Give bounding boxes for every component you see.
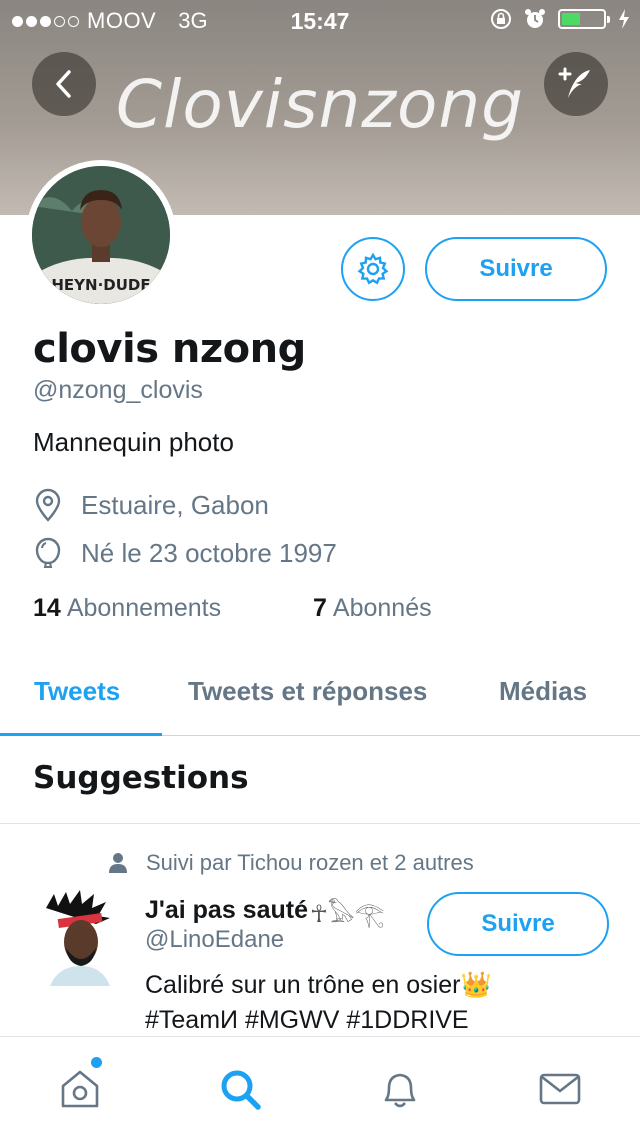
suggestion-name-glyphs: ☥𓅃𓂀 — [309, 900, 385, 928]
suggestion-bio-line2: #TeamИ #MGWV #1DDRIVE — [145, 1006, 469, 1034]
tabbar-search[interactable] — [216, 1065, 264, 1113]
suggestion-handle: @LinoEdane — [145, 926, 285, 953]
followers-count: 7 — [313, 594, 327, 622]
suggestion-bio: Calibré sur un trône en osier👑 #TeamИ #M… — [145, 968, 615, 1038]
suggestions-title: Suggestions — [33, 760, 249, 796]
balloon-icon — [35, 537, 61, 568]
compose-tweet-icon — [558, 67, 590, 98]
tab-tweets-and-replies[interactable]: Tweets et réponses — [188, 676, 427, 707]
follow-button[interactable]: Suivre — [425, 237, 607, 301]
bottom-tab-bar — [0, 1036, 640, 1136]
home-icon — [61, 1070, 99, 1108]
suggestion-name-text: J'ai pas sauté — [145, 895, 308, 924]
suggestion-context: Suivi par Tichou rozen et 2 autres — [108, 850, 474, 876]
profile-bio: Mannequin photo — [33, 427, 234, 457]
status-bar: MOOV 3G 15:47 — [0, 0, 640, 40]
following-count: 14 — [33, 594, 61, 622]
battery-icon — [558, 9, 610, 29]
charging-icon — [619, 9, 629, 29]
followers-count-link[interactable]: 7 Abonnés — [313, 594, 432, 623]
profile-name: clovis nzong — [33, 326, 306, 372]
suggestion-follow-button[interactable]: Suivre — [427, 892, 609, 956]
profile-birthday: Né le 23 octobre 1997 — [33, 536, 337, 570]
profile-avatar[interactable]: HEYN·DUDE — [26, 160, 176, 310]
profile-handle: @nzong_clovis — [33, 376, 203, 404]
suggestion-avatar[interactable] — [36, 890, 118, 986]
person-icon — [109, 853, 127, 873]
follow-counts: 14 Abonnements 7 Abonnés — [33, 594, 432, 623]
tabbar-messages[interactable] — [536, 1065, 584, 1113]
suggestion-bio-line1: Calibré sur un trône en osier👑 — [145, 971, 492, 999]
compose-tweet-button[interactable] — [544, 52, 608, 116]
settings-button[interactable] — [341, 237, 405, 301]
messages-icon — [539, 1073, 581, 1105]
chevron-left-icon — [56, 70, 71, 98]
location-text: Estuaire, Gabon — [81, 489, 269, 520]
divider — [0, 823, 640, 824]
tabbar-home[interactable] — [56, 1057, 104, 1113]
following-count-link[interactable]: 14 Abonnements — [33, 594, 221, 623]
tab-media[interactable]: Médias — [499, 676, 587, 707]
svg-text:HEYN·DUDE: HEYN·DUDE — [51, 276, 150, 294]
gear-icon — [357, 252, 389, 285]
suggestion-name[interactable]: J'ai pas sauté ☥𓅃𓂀 — [145, 890, 385, 930]
active-tab-indicator — [0, 733, 162, 736]
followers-label: Abonnés — [332, 594, 432, 622]
profile-tabs: Tweets Tweets et réponses Médias — [0, 660, 640, 736]
alarm-icon — [525, 9, 545, 28]
birthday-text: Né le 23 octobre 1997 — [81, 537, 337, 568]
orientation-lock-icon — [491, 9, 511, 29]
profile-location: Estuaire, Gabon — [33, 488, 269, 522]
avatar-photo: HEYN·DUDE — [32, 166, 170, 304]
suggestion-context-text: Suivi par Tichou rozen et 2 autres — [146, 850, 474, 875]
tab-tweets[interactable]: Tweets — [34, 676, 120, 707]
following-label: Abonnements — [66, 594, 222, 622]
back-button[interactable] — [32, 52, 96, 116]
search-icon — [221, 1070, 261, 1110]
new-content-dot — [91, 1057, 102, 1068]
notifications-icon — [384, 1073, 416, 1108]
location-pin-icon — [35, 488, 61, 522]
tabbar-notifications[interactable] — [376, 1065, 424, 1113]
